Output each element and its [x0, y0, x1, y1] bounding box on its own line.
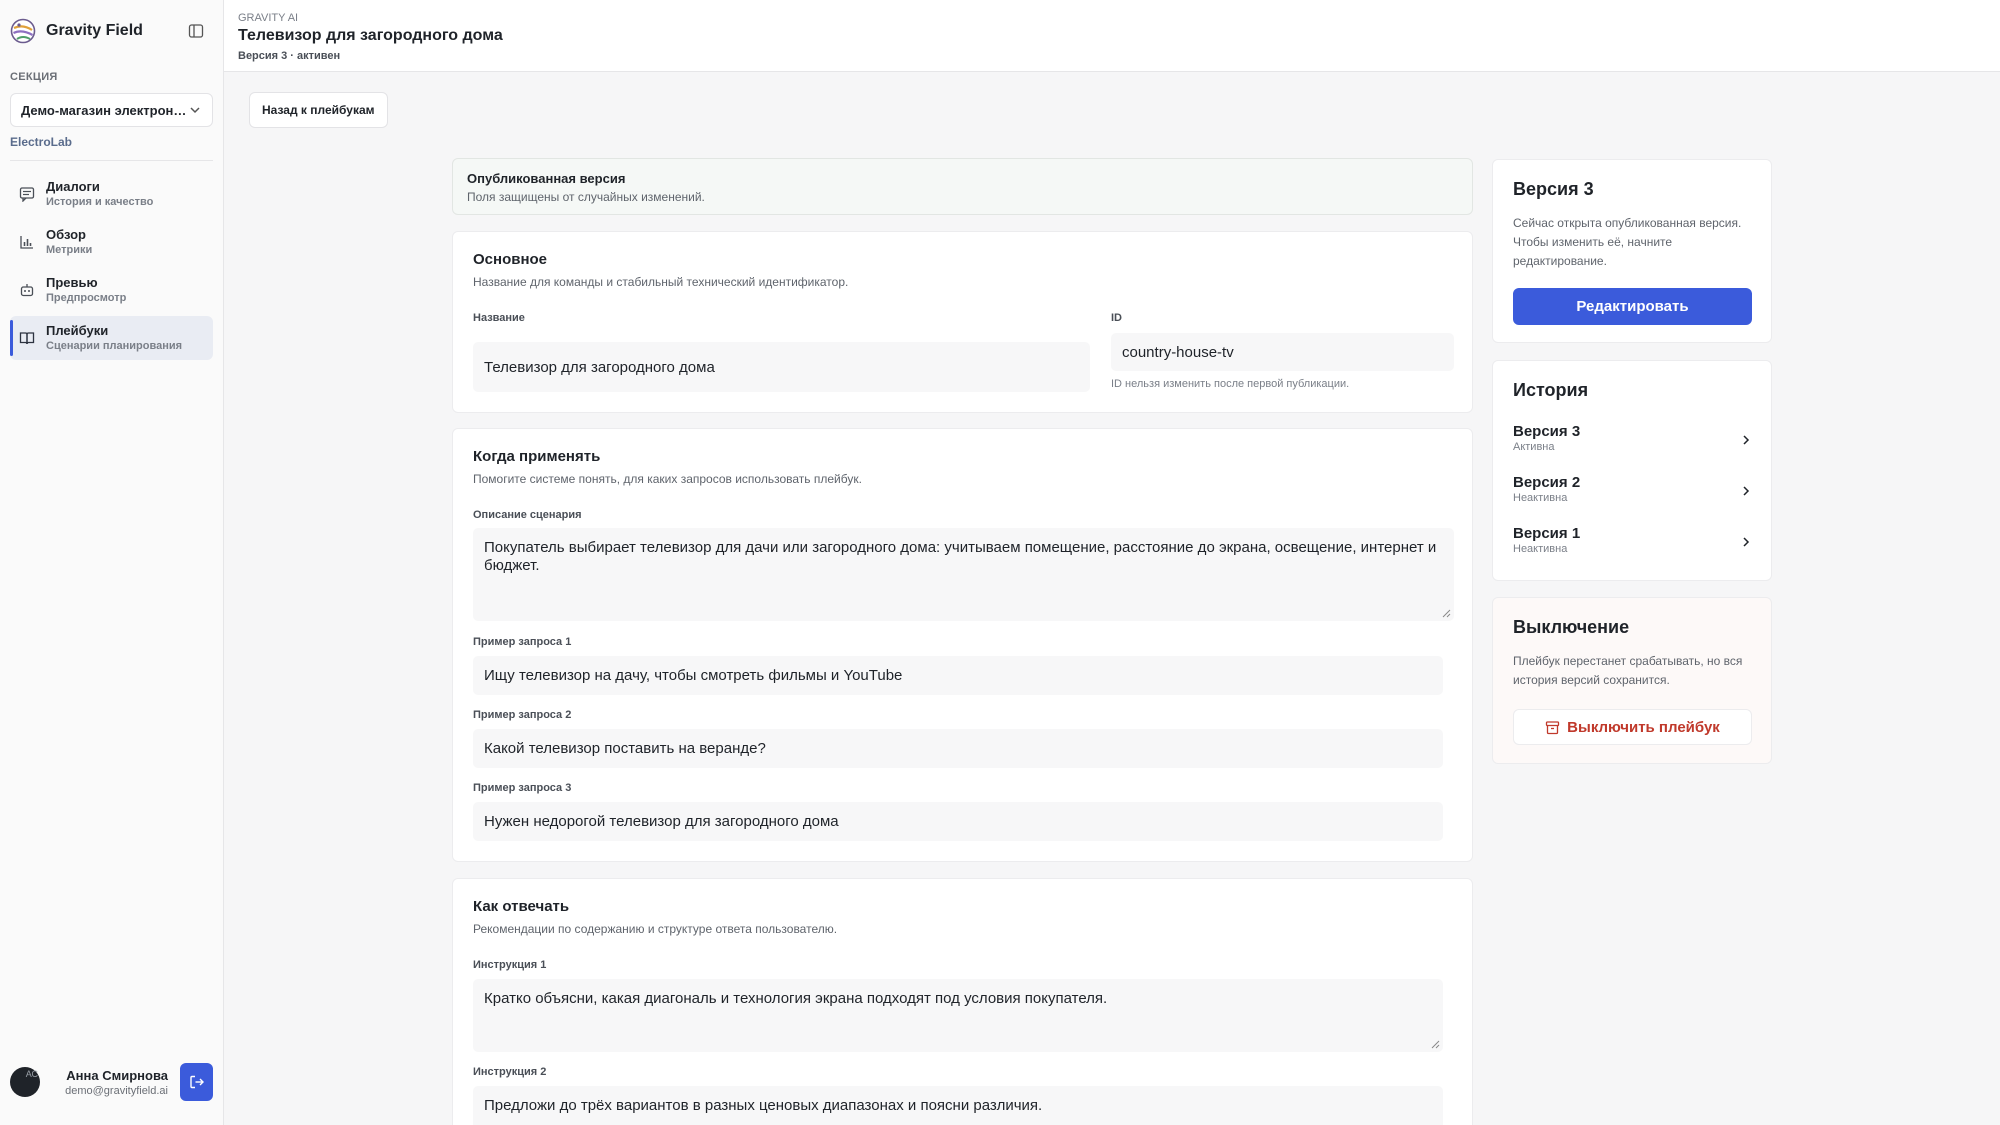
org-name: ElectroLab — [10, 135, 73, 149]
card-title: Как отвечать — [473, 898, 570, 915]
scenario-text: Покупатель выбирает телевизор для дачи и… — [484, 539, 1437, 574]
sidebar-item-preview[interactable]: Превью Предпросмотр — [10, 268, 213, 312]
id-hint: ID нельзя изменить после первой публикац… — [1111, 378, 1350, 390]
sidebar-item-label: Обзор — [46, 227, 86, 242]
user-name: Анна Смирнова — [66, 1067, 168, 1083]
published-notice: Опубликованная версия Поля защищены от с… — [452, 158, 1473, 215]
chevron-down-icon — [190, 107, 200, 114]
disable-card: Выключение Плейбук перестанет срабатыват… — [1492, 597, 1772, 764]
page-header: GRAVITY AI Телевизор для загородного дом… — [224, 0, 2000, 72]
disable-playbook-label: Выключить плейбук — [1567, 718, 1720, 736]
sidebar-item-label: Диалоги — [46, 179, 100, 194]
instruction-label-2: Инструкция 2 — [473, 1066, 547, 1078]
notice-title: Опубликованная версия — [467, 171, 626, 186]
sidebar-panel-icon — [188, 24, 204, 38]
instruction-text-2: Предложи до трёх вариантов в разных цено… — [484, 1097, 1043, 1114]
card-description: Рекомендации по содержанию и структуре о… — [473, 922, 838, 936]
example-label-2: Пример запроса 2 — [473, 709, 572, 721]
sidebar: Gravity Field СЕКЦИЯ Демо-магазин электр… — [0, 0, 224, 1125]
example-input-3[interactable]: Нужен недорогой телевизор для загородног… — [473, 802, 1443, 841]
robot-icon — [18, 281, 36, 299]
archive-icon — [1546, 720, 1560, 734]
sidebar-divider — [10, 160, 213, 161]
book-icon — [18, 329, 36, 347]
section-label: СЕКЦИЯ — [10, 71, 58, 83]
instruction-textarea-2[interactable]: Предложи до трёх вариантов в разных цено… — [473, 1086, 1443, 1125]
page-title: Телевизор для загородного дома — [238, 27, 503, 44]
back-to-playbooks-button[interactable]: Назад к плейбукам — [249, 92, 388, 128]
history-card: История Версия 3 Активна Версия 2 Неакти… — [1492, 360, 1772, 581]
version-card-description: Сейчас открыта опубликованная версия. Чт… — [1513, 216, 1742, 268]
disable-playbook-button[interactable]: Выключить плейбук — [1513, 709, 1752, 745]
sidebar-toggle-button[interactable] — [181, 16, 211, 46]
version-status: Версия 3 · активен — [238, 50, 341, 62]
resize-handle-icon[interactable] — [1430, 1039, 1440, 1049]
scenario-textarea[interactable]: Покупатель выбирает телевизор для дачи и… — [473, 528, 1454, 621]
chevron-right-icon — [1743, 537, 1750, 547]
chevron-right-icon — [1743, 486, 1750, 496]
sidebar-item-dialogs[interactable]: Диалоги История и качество — [10, 172, 213, 216]
history-item-name: Версия 1 — [1513, 525, 1581, 542]
basic-card: Основное Название для команды и стабильн… — [452, 231, 1473, 413]
bar-chart-icon — [18, 233, 36, 251]
brand-name: Gravity Field — [46, 22, 143, 39]
example-label-1: Пример запроса 1 — [473, 636, 572, 648]
sidebar-item-sublabel: Предпросмотр — [46, 292, 127, 304]
sidebar-item-sublabel: Метрики — [46, 244, 93, 256]
history-item-v3[interactable]: Версия 3 Активна — [1513, 423, 1752, 463]
sidebar-item-sublabel: Сценарии планирования — [46, 340, 183, 352]
name-field[interactable]: Телевизор для загородного дома — [473, 342, 1090, 392]
breadcrumb: GRAVITY AI — [238, 12, 299, 24]
history-item-status: Неактивна — [1513, 492, 1568, 504]
example-input-1[interactable]: Ищу телевизор на дачу, чтобы смотреть фи… — [473, 656, 1443, 695]
id-field[interactable]: country-house-tv — [1111, 333, 1454, 371]
example-label-3: Пример запроса 3 — [473, 782, 572, 794]
resize-handle-icon[interactable] — [1441, 608, 1451, 618]
avatar[interactable]: АС — [10, 1067, 40, 1097]
history-title: История — [1513, 380, 1589, 400]
logout-icon — [189, 1075, 204, 1089]
logout-button[interactable] — [180, 1063, 213, 1101]
user-info: Анна Смирнова demo@gravityfield.ai — [40, 1068, 180, 1097]
brand-logo-icon — [10, 18, 36, 44]
version-card: Версия 3 Сейчас открыта опубликованная в… — [1492, 159, 1772, 343]
card-description: Название для команды и стабильный технич… — [473, 275, 849, 289]
sidebar-item-overview[interactable]: Обзор Метрики — [10, 220, 213, 264]
scenario-label: Описание сценария — [473, 509, 582, 521]
instruction-label-1: Инструкция 1 — [473, 959, 547, 971]
user-email: demo@gravityfield.ai — [65, 1084, 168, 1097]
version-card-title: Версия 3 — [1513, 179, 1594, 199]
history-item-status: Активна — [1513, 441, 1555, 453]
sidebar-item-label: Превью — [46, 275, 98, 290]
sidebar-item-sublabel: История и качество — [46, 196, 154, 208]
instruction-text-1: Кратко объясни, какая диагональ и технол… — [484, 990, 1108, 1007]
sidebar-item-playbooks[interactable]: Плейбуки Сценарии планирования — [10, 316, 213, 360]
when-card: Когда применять Помогите системе понять,… — [452, 428, 1473, 862]
history-item-name: Версия 3 — [1513, 423, 1581, 440]
instruction-textarea-1[interactable]: Кратко объясни, какая диагональ и технол… — [473, 979, 1443, 1052]
brand[interactable]: Gravity Field — [10, 17, 143, 45]
edit-button[interactable]: Редактировать — [1513, 288, 1752, 325]
example-input-2[interactable]: Какой телевизор поставить на веранде? — [473, 729, 1443, 768]
chat-icon — [18, 185, 36, 203]
chevron-right-icon — [1743, 435, 1750, 445]
section-select-value: Демо-магазин электроники — [21, 102, 188, 118]
card-description: Помогите системе понять, для каких запро… — [473, 472, 862, 486]
notice-subtitle: Поля защищены от случайных изменений. — [467, 190, 705, 204]
section-select[interactable]: Демо-магазин электроники — [10, 93, 213, 127]
user-block: АС Анна Смирнова demo@gravityfield.ai — [10, 1062, 213, 1102]
sidebar-nav: Диалоги История и качество Обзор Метрики… — [10, 172, 213, 364]
sidebar-item-label: Плейбуки — [46, 323, 109, 338]
disable-card-description: Плейбук перестанет срабатывать, но вся и… — [1513, 654, 1743, 687]
history-item-status: Неактивна — [1513, 543, 1568, 555]
history-item-name: Версия 2 — [1513, 474, 1581, 491]
id-label: ID — [1111, 312, 1122, 324]
history-item-v2[interactable]: Версия 2 Неактивна — [1513, 474, 1752, 514]
history-item-v1[interactable]: Версия 1 Неактивна — [1513, 525, 1752, 565]
card-title: Основное — [473, 251, 548, 268]
how-card: Как отвечать Рекомендации по содержанию … — [452, 878, 1473, 1125]
disable-card-title: Выключение — [1513, 617, 1630, 637]
name-label: Название — [473, 312, 525, 324]
card-title: Когда применять — [473, 448, 601, 465]
